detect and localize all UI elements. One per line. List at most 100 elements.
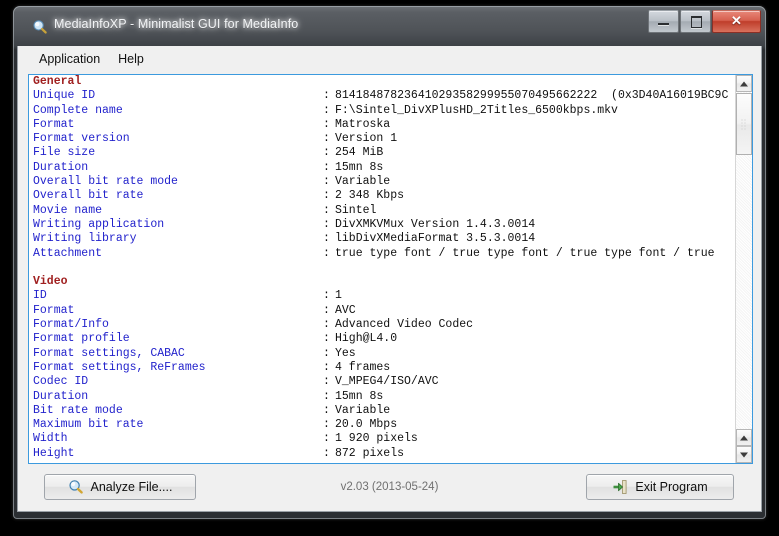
report-row-label: Format [33,117,75,131]
title-bar[interactable]: MediaInfoXP - Minimalist GUI for MediaIn… [13,6,766,46]
report-row-label: Complete name [33,103,123,117]
report-row: Format settings, ReFrames:4 frames [29,361,735,375]
report-row-value: 872 pixels [335,446,405,460]
close-button[interactable]: ✕ [712,10,761,33]
report-row-label: Codec ID [33,375,89,389]
report-row-value: Version 1 [335,132,398,146]
report-row-value: AVC [335,303,356,317]
menu-item-help[interactable]: Help [109,49,153,69]
report-row-label: Format version [33,132,130,146]
report-textarea[interactable]: General Unique ID:81418487823641029358299… [28,74,753,464]
report-row: Format/Info: Advanced Video Codec [29,318,735,332]
report-row-value: F:\Sintel_DivXPlusHD_2Titles_6500kbps.mk… [335,103,618,117]
report-row-separator: : [323,375,330,389]
report-row-label: Format [33,303,75,317]
report-row: Width:1 920 pixels [29,432,735,446]
window-controls: ✕ [648,10,761,33]
report-row: Height:872 pixels [29,447,735,461]
report-section-name: Video [33,275,68,289]
report-section-header: General [29,75,735,89]
report-row-separator: : [323,217,330,231]
report-row-label: Attachment [33,246,103,260]
report-row-label: ID [33,289,47,303]
report-row: Overall bit rate:2 348 Kbps [29,189,735,203]
report-row-separator: : [323,289,330,303]
report-row-value: 254 MiB [335,146,384,160]
report-row: Duration:15mn 8s [29,390,735,404]
report-row-value: Variable [335,175,391,189]
report-row-label: Format settings, ReFrames [33,360,206,374]
report-row-label: Bit rate mode [33,403,123,417]
report-row-value: 15mn 8s [335,160,384,174]
client-area: Application Help General Unique ID:814184… [17,46,762,512]
maximize-icon [691,16,702,28]
report-row-label: Writing application [33,217,165,231]
report-row: Format: Matroska [29,118,735,132]
report-row-separator: : [323,89,330,103]
report-row: Format profile: High@L4.0 [29,332,735,346]
report-row-value: 20.0 Mbps [335,418,398,432]
report-section-name: General [33,75,82,88]
report-row-value: Sintel [335,203,377,217]
report-row: File size:254 MiB [29,146,735,160]
report-section-header: Video [29,275,735,289]
report-row-value: Yes [335,346,356,360]
report-row-separator: : [323,232,330,246]
report-row-value: 2 348 Kbps [335,189,405,203]
report-row-value: 81418487823641029358299955070495662222 (… [335,89,729,103]
report-row: Writing library: libDivXMediaFormat 3.5.3… [29,232,735,246]
report-row-value: libDivXMediaFormat 3.5.3.0014 [335,232,536,246]
report-row-value: Matroska [335,117,391,131]
report-row-value: 1 [335,289,342,303]
scroll-up-icon-bottom[interactable] [736,429,752,446]
report-row-label: Maximum bit rate [33,418,144,432]
report-row-separator: : [323,446,330,460]
vertical-scrollbar[interactable] [735,75,752,463]
report-row-value: DivXMKVMux Version 1.4.3.0014 [335,217,536,231]
report-row: Movie name: Sintel [29,204,735,218]
report-row-label: Format profile [33,332,130,346]
report-row-separator: : [323,146,330,160]
report-row-separator: : [323,403,330,417]
application-window: MediaInfoXP - Minimalist GUI for MediaIn… [13,6,766,519]
bottom-bar: Analyze File.... v2.03 (2013-05-24) Exit… [18,465,761,511]
report-row-value: High@L4.0 [335,332,398,346]
report-row-value: 4 frames [335,360,391,374]
report-row-separator: : [323,203,330,217]
report-row-label: Unique ID [33,89,96,103]
report-row-separator: : [323,175,330,189]
scroll-down-icon[interactable] [736,446,752,463]
report-row-label: Height [33,446,75,460]
desktop-background: MediaInfoXP - Minimalist GUI for MediaIn… [0,0,779,536]
report-row-label: Duration [33,160,89,174]
minimize-button[interactable] [648,10,679,33]
scroll-up-icon[interactable] [736,75,752,92]
report-row: Overall bit rate mode: Variable [29,175,735,189]
report-row-label: Movie name [33,203,103,217]
scrollbar-grip [740,118,748,130]
report-row-label: Format/Info [33,318,109,332]
report-row-separator: : [323,432,330,446]
report-row: Bit rate mode: Variable [29,404,735,418]
report-row-separator: : [323,132,330,146]
report-row-separator: : [323,418,330,432]
report-row: Codec ID: V_MPEG4/ISO/AVC [29,375,735,389]
maximize-button[interactable] [680,10,711,33]
report-blank-line [29,261,735,275]
report-row-value: Advanced Video Codec [335,318,474,332]
window-title: MediaInfoXP - Minimalist GUI for MediaIn… [54,17,299,31]
report-row-separator: : [323,160,330,174]
minimize-icon [658,23,669,25]
report-row-label: Overall bit rate [33,189,144,203]
report-row: ID:1 [29,289,735,303]
report-row-label: Width [33,432,68,446]
exit-program-label: Exit Program [635,480,708,494]
scrollbar-thumb[interactable] [736,93,752,155]
report-row-separator: : [323,117,330,131]
exit-program-button[interactable]: Exit Program [586,474,734,500]
report-row: Maximum bit rate:20.0 Mbps [29,418,735,432]
report-row-value: V_MPEG4/ISO/AVC [335,375,439,389]
report-row: Attachment: true type font / true type fo… [29,247,735,261]
menu-item-application[interactable]: Application [30,49,109,69]
exit-door-icon [612,479,628,495]
